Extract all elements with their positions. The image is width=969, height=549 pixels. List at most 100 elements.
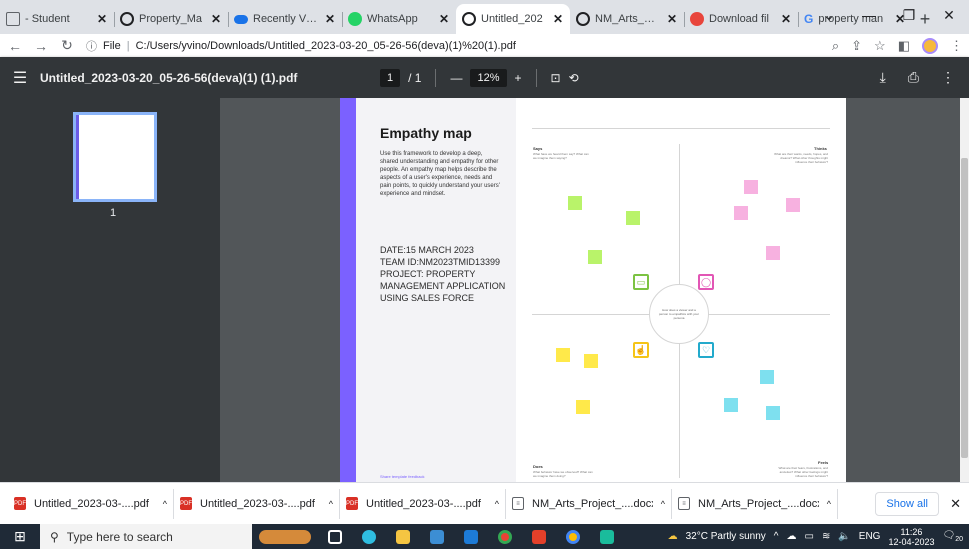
back-icon[interactable]: ← <box>6 38 24 54</box>
close-icon[interactable]: ✕ <box>324 12 336 26</box>
share-icon[interactable]: ⇪ <box>851 38 862 54</box>
notification-icon[interactable]: 🗨20 <box>943 530 964 543</box>
pdf-page: Empathy map Use this framework to develo… <box>340 98 846 482</box>
address-bar[interactable]: ⓘ File | C:/Users/yvino/Downloads/Untitl… <box>84 35 824 56</box>
tab-search-icon[interactable]: ⌄ <box>809 0 849 30</box>
sticky-note <box>584 354 598 368</box>
close-window-button[interactable]: ✕ <box>929 0 969 30</box>
download-item[interactable]: ≡ NM_Arts_Project_....docx ^ <box>506 488 672 519</box>
zoom-in-icon[interactable]: + <box>515 71 522 85</box>
close-icon[interactable]: ✕ <box>950 496 961 512</box>
store-icon[interactable] <box>420 524 454 549</box>
sticky-note <box>576 400 590 414</box>
sticky-note <box>556 348 570 362</box>
tray-chevron-icon[interactable]: ^ <box>774 531 779 542</box>
clock[interactable]: 11:26 12-04-2023 <box>888 527 934 547</box>
chevron-up-icon[interactable]: ^ <box>163 499 167 509</box>
language[interactable]: ENG <box>859 531 881 542</box>
close-icon[interactable]: ✕ <box>210 12 222 26</box>
fit-page-icon[interactable]: ⊡ <box>551 71 561 85</box>
thinks-icon: ◯ <box>698 274 714 290</box>
restore-button[interactable]: ❐ <box>889 0 929 30</box>
chrome-active-icon[interactable] <box>556 524 590 549</box>
weather-text[interactable]: 32°C Partly sunny <box>686 531 766 542</box>
download-icon[interactable]: ⤓ <box>880 69 886 86</box>
download-item[interactable]: PDF Untitled_2023-03-....pdf ^ <box>174 488 340 519</box>
cloud-icon[interactable]: ☁ <box>786 531 796 542</box>
tab-0[interactable]: - Student ✕ <box>0 4 114 34</box>
reload-icon[interactable]: ↻ <box>58 37 76 54</box>
chevron-up-icon[interactable]: ^ <box>661 499 665 509</box>
mail-icon[interactable] <box>454 524 488 549</box>
landscape-widget-icon[interactable] <box>252 524 318 549</box>
download-name: Untitled_2023-03-....pdf <box>200 497 315 510</box>
windows-start-icon[interactable]: ⊞ <box>0 528 40 545</box>
scrollbar[interactable] <box>960 98 969 482</box>
download-item[interactable]: PDF Untitled_2023-03-....pdf ^ <box>340 488 506 519</box>
chevron-up-icon[interactable]: ^ <box>329 499 333 509</box>
page-thumbnail[interactable] <box>73 112 157 202</box>
task-view-icon[interactable] <box>318 524 352 549</box>
zoom-input[interactable]: 12% <box>470 68 507 87</box>
side-panel-icon[interactable]: ◧ <box>898 38 910 54</box>
download-item[interactable]: ≡ NM_Arts_Project_....docx ^ <box>672 488 838 519</box>
page-number-input[interactable]: 1 <box>380 68 401 87</box>
scrollbar-thumb[interactable] <box>961 158 968 458</box>
print-icon[interactable]: ⎙ <box>908 69 919 86</box>
tab-title: Download fil <box>709 13 769 25</box>
close-icon[interactable]: ✕ <box>96 12 108 26</box>
download-item[interactable]: PDF Untitled_2023-03-....pdf ^ <box>8 488 174 519</box>
tab-6[interactable]: Download fil ✕ <box>684 4 798 34</box>
file-explorer-icon[interactable] <box>386 524 420 549</box>
tab-3[interactable]: WhatsApp ✕ <box>342 4 456 34</box>
close-icon[interactable]: ✕ <box>552 12 564 26</box>
chevron-up-icon[interactable]: ^ <box>495 499 499 509</box>
bookmark-star-icon[interactable]: ☆ <box>874 38 886 54</box>
does-label: Does <box>533 464 543 469</box>
menu-icon[interactable]: ☰ <box>0 68 40 88</box>
thinks-label: Thinks <box>814 146 827 151</box>
sticky-note <box>766 246 780 260</box>
taskbar-search[interactable]: ⚲ Type here to search <box>40 524 252 549</box>
search-icon: ⚲ <box>50 529 59 544</box>
divider <box>435 68 437 87</box>
rotate-icon[interactable]: ⟲ <box>569 71 579 85</box>
chrome-icon[interactable] <box>488 524 522 549</box>
pdf-viewer[interactable]: Empathy map Use this framework to develo… <box>220 98 969 482</box>
minimize-button[interactable]: — <box>849 0 889 30</box>
tab-4[interactable]: Untitled_202 ✕ <box>456 4 570 34</box>
office-icon[interactable] <box>522 524 556 549</box>
chevron-up-icon[interactable]: ^ <box>827 499 831 509</box>
info-icon[interactable]: ⓘ <box>86 38 97 54</box>
feedback-link[interactable]: Share template feedback <box>380 474 424 479</box>
show-all-button[interactable]: Show all <box>875 492 939 516</box>
tab-2[interactable]: Recently View ✕ <box>228 4 342 34</box>
sticky-note <box>626 211 640 225</box>
volume-icon[interactable]: 🔈 <box>838 531 850 542</box>
page-total: / 1 <box>408 70 422 85</box>
close-icon[interactable]: ✕ <box>438 12 450 26</box>
close-icon[interactable]: ✕ <box>666 12 678 26</box>
window-controls: ⌄ — ❐ ✕ <box>809 0 969 30</box>
close-icon[interactable]: ✕ <box>780 12 792 26</box>
more-menu-icon[interactable]: ⋮ <box>950 38 963 54</box>
student-icon <box>6 12 20 26</box>
tab-title: - Student <box>25 13 70 25</box>
wifi-icon[interactable]: ≋ <box>822 531 830 542</box>
zoom-icon[interactable]: ⌕ <box>832 38 839 54</box>
edge-icon[interactable] <box>352 524 386 549</box>
profile-avatar[interactable] <box>922 37 938 54</box>
forward-icon[interactable]: → <box>32 38 50 54</box>
download-name: NM_Arts_Project_....docx <box>698 497 819 510</box>
says-sub: What have we heard them say? What can we… <box>533 152 589 160</box>
feels-sub: What are their fears, frustrations, and … <box>778 466 828 478</box>
tab-1[interactable]: Property_Ma ✕ <box>114 4 228 34</box>
zoom-out-icon[interactable]: — <box>450 71 462 85</box>
tab-strip: - Student ✕ Property_Ma ✕ Recently View ✕ W… <box>0 0 969 34</box>
sticky-note <box>760 370 774 384</box>
download-name: Untitled_2023-03-....pdf <box>366 497 481 510</box>
battery-icon[interactable]: ▭ <box>804 531 813 542</box>
more-icon[interactable]: ⋮ <box>941 69 955 86</box>
app-icon[interactable] <box>590 524 624 549</box>
tab-5[interactable]: NM_Arts_Proj ✕ <box>570 4 684 34</box>
